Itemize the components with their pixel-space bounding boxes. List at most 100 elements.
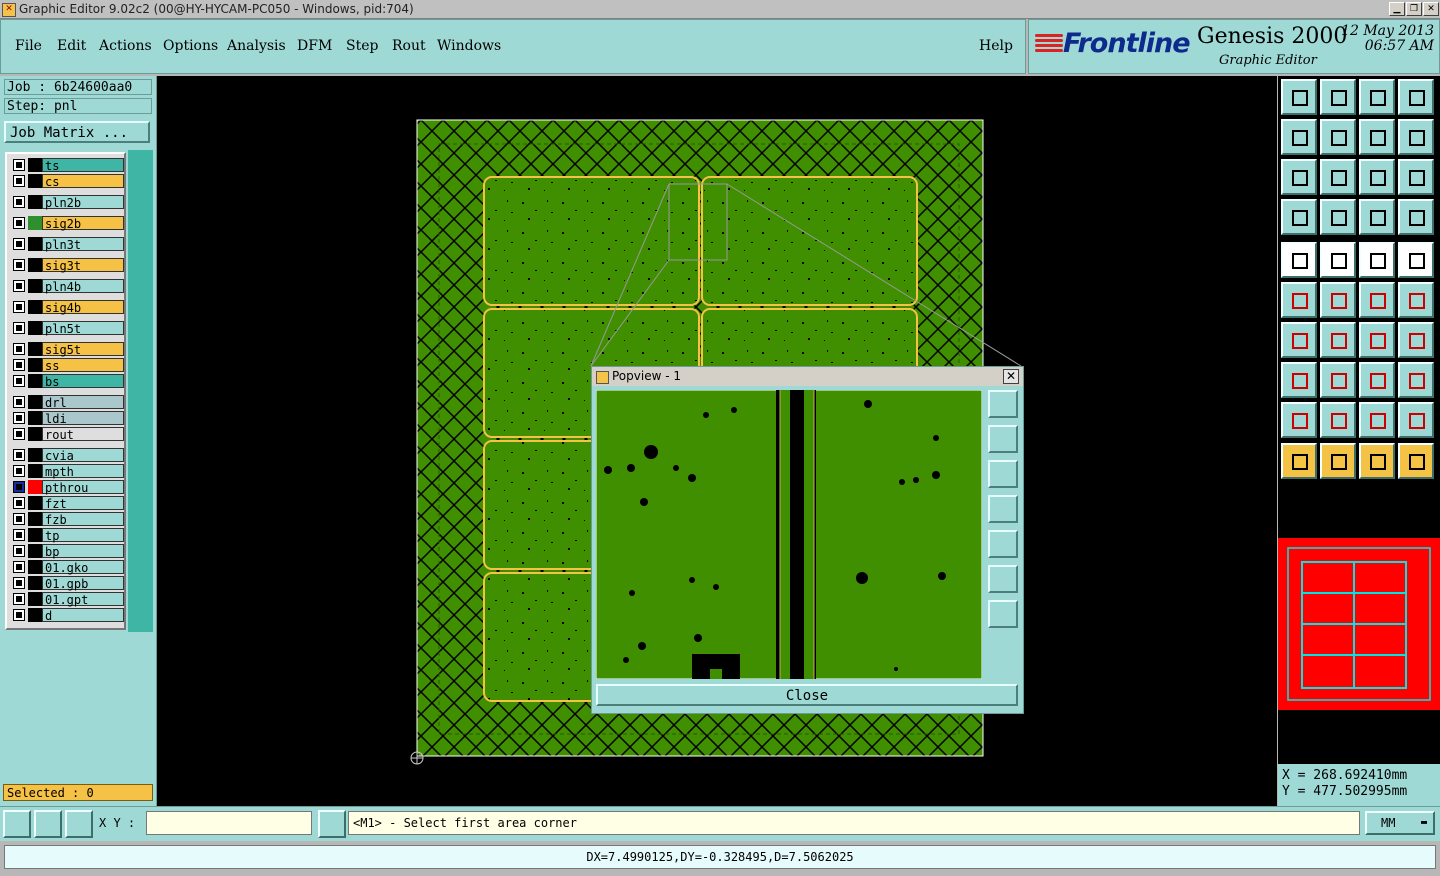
layer-row-bs[interactable]: bs bbox=[9, 374, 124, 389]
select-arrow-icon[interactable] bbox=[1281, 443, 1317, 479]
layer-name[interactable]: 01.gpt bbox=[42, 592, 124, 607]
layer-checkbox[interactable] bbox=[13, 481, 25, 493]
layer-name[interactable]: rout bbox=[42, 427, 124, 442]
layer-name[interactable]: ss bbox=[42, 358, 124, 373]
layer-checkbox[interactable] bbox=[13, 322, 25, 334]
layer-color-swatch[interactable] bbox=[28, 237, 42, 251]
redraw-icon[interactable] bbox=[1359, 119, 1395, 155]
popview-zoom-out-icon[interactable] bbox=[988, 565, 1018, 593]
help-query-icon[interactable] bbox=[1398, 159, 1434, 195]
layer-color-swatch[interactable] bbox=[28, 592, 42, 606]
layer-name[interactable]: pln3t bbox=[42, 237, 124, 252]
layer-color-swatch[interactable] bbox=[28, 496, 42, 510]
layer-name[interactable]: ts bbox=[42, 158, 124, 173]
settings-icon[interactable] bbox=[1281, 199, 1317, 235]
layer-color-swatch[interactable] bbox=[28, 544, 42, 558]
layer-row-fzt[interactable]: fzt bbox=[9, 496, 124, 511]
layer-name[interactable]: tp bbox=[42, 528, 124, 543]
close-window-button[interactable]: ✕ bbox=[1423, 2, 1439, 16]
units-select[interactable]: MM ▬ bbox=[1365, 811, 1435, 835]
arc-icon[interactable] bbox=[1359, 322, 1395, 358]
layer-color-swatch[interactable] bbox=[28, 216, 42, 230]
menu-help[interactable]: Help bbox=[979, 38, 1013, 54]
layer-color-swatch[interactable] bbox=[28, 195, 42, 209]
round-pad-icon[interactable] bbox=[1398, 242, 1434, 278]
layer-checkbox[interactable] bbox=[13, 343, 25, 355]
layer-color-swatch[interactable] bbox=[28, 576, 42, 590]
layer-checkbox[interactable] bbox=[13, 375, 25, 387]
layer-checkbox[interactable] bbox=[13, 175, 25, 187]
layer-name[interactable]: cvia bbox=[42, 448, 124, 463]
layer-color-swatch[interactable] bbox=[28, 560, 42, 574]
layer-checkbox[interactable] bbox=[13, 545, 25, 557]
layer-row-bp[interactable]: bp bbox=[9, 544, 124, 559]
layer-name[interactable]: sig5t bbox=[42, 342, 124, 357]
layer-top-icon[interactable] bbox=[1281, 79, 1317, 115]
layer-row-cs[interactable]: cs bbox=[9, 174, 124, 189]
menu-edit[interactable]: Edit bbox=[57, 38, 86, 54]
layer-row-cvia[interactable]: cvia bbox=[9, 448, 124, 463]
layer-checkbox[interactable] bbox=[13, 301, 25, 313]
ruler-icon[interactable] bbox=[1359, 242, 1395, 278]
xy-input[interactable] bbox=[146, 811, 312, 835]
layer-color-swatch[interactable] bbox=[28, 411, 42, 425]
select-move-icon[interactable] bbox=[1359, 443, 1395, 479]
layer-color-swatch[interactable] bbox=[28, 174, 42, 188]
layer-name[interactable]: pthrou bbox=[42, 480, 124, 495]
maximize-button[interactable]: ❐ bbox=[1406, 2, 1422, 16]
measure-tool-icon[interactable] bbox=[3, 810, 31, 838]
layer-checkbox[interactable] bbox=[13, 238, 25, 250]
overview-map[interactable] bbox=[1278, 538, 1440, 710]
polygon-cut-icon[interactable] bbox=[1398, 402, 1434, 438]
layer-color-swatch[interactable] bbox=[28, 512, 42, 526]
job-matrix-button[interactable]: Job Matrix ... bbox=[4, 121, 150, 143]
layer-checkbox[interactable] bbox=[13, 412, 25, 424]
popview-pan-right-icon[interactable] bbox=[988, 530, 1018, 558]
pad-snap-icon[interactable] bbox=[1281, 362, 1317, 398]
layer-name[interactable]: cs bbox=[42, 174, 124, 189]
layer-color-swatch[interactable] bbox=[28, 528, 42, 542]
zoom-in-box-icon[interactable] bbox=[1281, 119, 1317, 155]
layer-row-sig5t[interactable]: sig5t bbox=[9, 342, 124, 357]
netlist-icon[interactable] bbox=[1359, 199, 1395, 235]
layer-row-pln4b[interactable]: pln4b bbox=[9, 279, 124, 294]
layer-color-swatch[interactable] bbox=[28, 279, 42, 293]
split-view-icon[interactable] bbox=[1398, 79, 1434, 115]
layer-row-drl[interactable]: drl bbox=[9, 395, 124, 410]
layer-checkbox[interactable] bbox=[13, 396, 25, 408]
layer-row-mpth[interactable]: mpth bbox=[9, 464, 124, 479]
add-line-icon[interactable] bbox=[1320, 242, 1356, 278]
move-node-icon[interactable] bbox=[1359, 282, 1395, 318]
menu-analysis[interactable]: Analysis bbox=[227, 38, 286, 54]
menu-dfm[interactable]: DFM bbox=[297, 38, 332, 54]
layer-checkbox[interactable] bbox=[13, 593, 25, 605]
layer-color-swatch[interactable] bbox=[28, 464, 42, 478]
layer-row-01-gpt[interactable]: 01.gpt bbox=[9, 592, 124, 607]
layer-color-swatch[interactable] bbox=[28, 427, 42, 441]
layer-checkbox[interactable] bbox=[13, 561, 25, 573]
center-snap-icon[interactable] bbox=[1359, 362, 1395, 398]
layer-row-01-gko[interactable]: 01.gko bbox=[9, 560, 124, 575]
menu-options[interactable]: Options bbox=[163, 38, 218, 54]
layer-row-d[interactable]: d bbox=[9, 608, 124, 623]
menu-step[interactable]: Step bbox=[346, 38, 378, 54]
layer-checkbox[interactable] bbox=[13, 196, 25, 208]
layer-color-swatch[interactable] bbox=[28, 342, 42, 356]
snap-tool-icon[interactable] bbox=[34, 810, 62, 838]
layer-name[interactable]: bp bbox=[42, 544, 124, 559]
zoom-home-icon[interactable] bbox=[1320, 159, 1356, 195]
layer-name[interactable]: sig2b bbox=[42, 216, 124, 231]
popview-pan-left-icon[interactable] bbox=[988, 495, 1018, 523]
netlist-alt-icon[interactable] bbox=[1398, 199, 1434, 235]
polygon-edit-icon[interactable] bbox=[1359, 402, 1395, 438]
menu-windows[interactable]: Windows bbox=[437, 38, 501, 54]
layer-color-swatch[interactable] bbox=[28, 608, 42, 622]
layer-checkbox[interactable] bbox=[13, 449, 25, 461]
popview-zoom-view[interactable] bbox=[596, 390, 982, 679]
layer-name[interactable]: pln2b bbox=[42, 195, 124, 210]
layer-name[interactable]: fzt bbox=[42, 496, 124, 511]
probe-icon[interactable] bbox=[1320, 199, 1356, 235]
grid-tool-icon[interactable] bbox=[65, 810, 93, 838]
popview-zoom-in-icon[interactable] bbox=[988, 390, 1018, 418]
layer-color-swatch[interactable] bbox=[28, 258, 42, 272]
